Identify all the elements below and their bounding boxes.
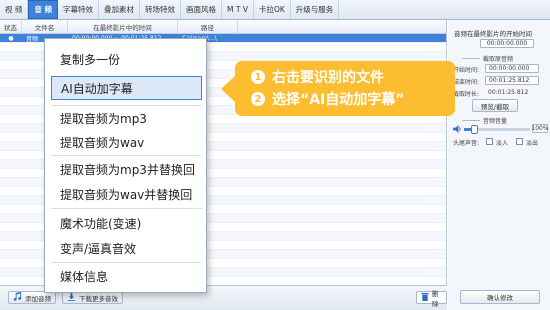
volume-section-label: 音频音量 bbox=[462, 116, 507, 125]
menu-item-media-info[interactable]: 媒体信息 bbox=[51, 264, 202, 288]
main-tab-bar: 视 频 音 频 字幕特效 叠加素材 转场特效 画面风格 M T V 卡拉OK 升… bbox=[0, 0, 550, 20]
menu-separator bbox=[51, 208, 202, 209]
column-filler bbox=[238, 20, 446, 33]
trim-duration-value: 00:01:25.812 bbox=[488, 89, 529, 96]
menu-separator bbox=[51, 262, 202, 263]
download-more-label: 下载更多音效 bbox=[79, 294, 118, 303]
preview-trim-button[interactable]: 预览/截取 bbox=[472, 99, 518, 112]
row-status: ● bbox=[8, 34, 14, 42]
step-2-text: 选择“AI自动加字幕” bbox=[272, 92, 405, 108]
trim-duration-label: 截取时长: bbox=[453, 91, 480, 98]
tab-audio[interactable]: 音 频 bbox=[28, 0, 59, 19]
tab-upgrade-service[interactable]: 升级与服务 bbox=[291, 0, 340, 19]
delete-label: 删除 bbox=[432, 289, 439, 308]
delete-button[interactable]: 删除 bbox=[416, 290, 447, 308]
menu-item-ai-auto-subtitle[interactable]: AI自动加字幕 bbox=[51, 76, 202, 100]
volume-speaker-icon bbox=[453, 125, 462, 135]
fade-out-checkbox[interactable] bbox=[516, 138, 523, 145]
fade-in-label: 淡入 bbox=[496, 140, 509, 147]
fade-in-checkbox[interactable] bbox=[486, 138, 493, 145]
menu-item-magic-speed[interactable]: 魔术功能(变速) bbox=[51, 211, 202, 235]
table-header: 状态 文件名 在最终影片中的时间 路径 bbox=[0, 20, 446, 34]
column-path[interactable]: 路径 bbox=[178, 20, 238, 33]
download-icon bbox=[67, 292, 76, 303]
menu-item-extract-mp3[interactable]: 提取音频为mp3 bbox=[51, 106, 202, 130]
tab-picture-style[interactable]: 画面风格 bbox=[181, 0, 223, 19]
menu-item-extract-wav[interactable]: 提取音频为wav bbox=[51, 130, 202, 154]
step-1-text: 右击要识别的文件 bbox=[272, 70, 384, 86]
trim-end-input[interactable]: 00:01:25.812 bbox=[485, 76, 539, 85]
audio-properties-panel: 音频在最终影片的开始时间 00:00:00.000 截取原音频 开始时间: 00… bbox=[448, 20, 550, 310]
tab-karaoke[interactable]: 卡拉OK bbox=[254, 0, 291, 19]
add-audio-label: 添加音频 bbox=[25, 294, 51, 303]
tab-subtitle-effects[interactable]: 字幕特效 bbox=[58, 0, 100, 19]
trim-start-label: 开始时间: bbox=[453, 67, 480, 74]
tab-overlay-material[interactable]: 叠加素材 bbox=[99, 0, 141, 19]
step-2-badge: 2 bbox=[251, 92, 265, 106]
column-time[interactable]: 在最终影片中的时间 bbox=[68, 20, 178, 33]
start-time-input[interactable]: 00:00:00.000 bbox=[480, 39, 534, 48]
trim-section-label: 截取原音频 bbox=[462, 54, 513, 63]
add-music-icon bbox=[13, 292, 22, 303]
column-filename[interactable]: 文件名 bbox=[22, 20, 68, 33]
volume-slider-thumb[interactable] bbox=[471, 125, 478, 134]
column-status[interactable]: 状态 bbox=[0, 20, 22, 33]
volume-value[interactable]: 100% bbox=[531, 124, 549, 133]
fade-out-label: 淡出 bbox=[526, 140, 539, 147]
step-1-badge: 1 bbox=[251, 70, 265, 84]
menu-item-duplicate[interactable]: 复制多一份 bbox=[51, 47, 202, 71]
fade-label: 头尾声音: bbox=[453, 140, 480, 147]
callout-arrow bbox=[221, 75, 236, 103]
trash-icon bbox=[421, 292, 429, 303]
trim-end-label: 结束时间: bbox=[453, 79, 480, 86]
trim-start-input[interactable]: 00:00:00.000 bbox=[485, 64, 539, 73]
menu-item-extract-mp3-replace[interactable]: 提取音频为mp3并替换回 bbox=[51, 157, 202, 181]
context-menu: 复制多一份 AI自动加字幕 提取音频为mp3 提取音频为wav 提取音频为mp3… bbox=[44, 38, 207, 293]
confirm-modify-button[interactable]: 确认修改 bbox=[460, 290, 540, 304]
start-time-title: 音频在最终影片的开始时间 bbox=[454, 30, 532, 38]
menu-separator bbox=[51, 155, 202, 156]
volume-slider[interactable] bbox=[464, 125, 530, 134]
menu-item-extract-wav-replace[interactable]: 提取音频为wav并替换回 bbox=[51, 182, 202, 206]
tab-mtv[interactable]: M T V bbox=[222, 0, 254, 19]
tab-video[interactable]: 视 频 bbox=[0, 0, 29, 19]
callout-step-2: 2 选择“AI自动加字幕” bbox=[251, 89, 404, 109]
callout-step-1: 1 右击要识别的文件 bbox=[251, 67, 384, 87]
menu-item-voice-change[interactable]: 变声/逼真音效 bbox=[51, 236, 202, 260]
tab-transition-effects[interactable]: 转场特效 bbox=[140, 0, 182, 19]
tutorial-callout: 1 右击要识别的文件 2 选择“AI自动加字幕” bbox=[235, 61, 455, 116]
